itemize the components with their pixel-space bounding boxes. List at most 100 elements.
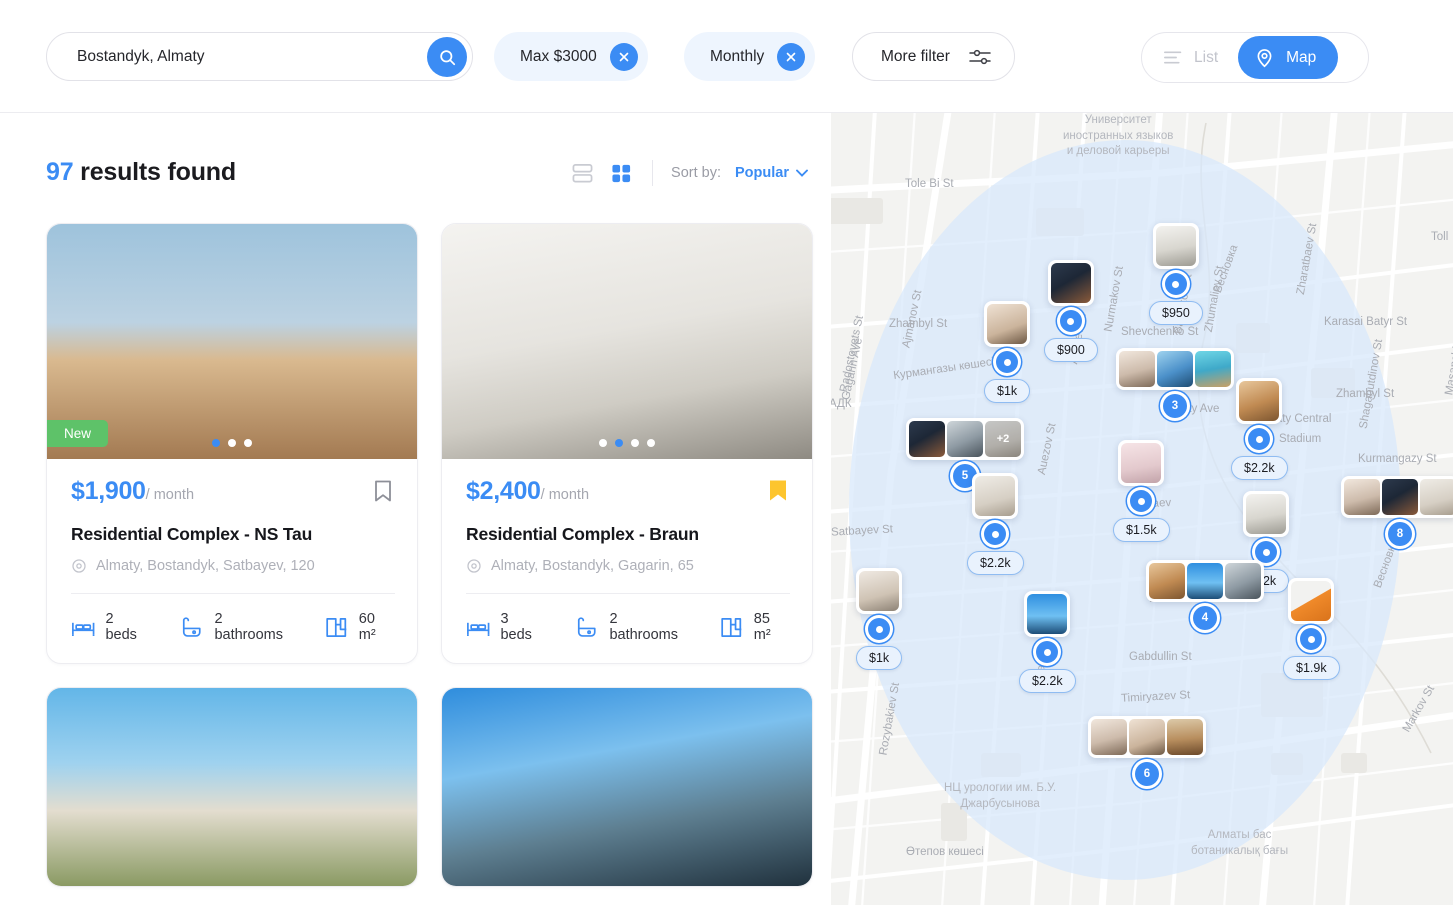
- extra-count-overlay: +2: [985, 421, 1021, 457]
- card-image[interactable]: [47, 688, 417, 886]
- bookmark-outline-icon: [375, 480, 391, 502]
- marker-price-label[interactable]: $2.2k: [1019, 669, 1076, 693]
- card-address: Almaty, Bostandyk, Gagarin, 65: [466, 558, 790, 574]
- bed-icon: [467, 622, 490, 636]
- marker-price-label[interactable]: $1.5k: [1113, 518, 1170, 542]
- map-marker[interactable]: 6: [1088, 716, 1206, 786]
- marker-cluster-badge[interactable]: 3: [1163, 394, 1187, 418]
- carousel-dot[interactable]: [212, 439, 220, 447]
- carousel-dot[interactable]: [244, 439, 252, 447]
- marker-thumbnails[interactable]: [1146, 560, 1264, 602]
- marker-pin-icon[interactable]: [984, 523, 1007, 545]
- map-marker[interactable]: 3: [1116, 348, 1234, 418]
- marker-pin-icon[interactable]: [1164, 273, 1187, 295]
- search-input[interactable]: [77, 41, 407, 72]
- marker-pin-icon[interactable]: [1130, 490, 1153, 512]
- divider: [71, 593, 395, 594]
- layout-grid-button[interactable]: [609, 161, 634, 186]
- marker-pin-icon[interactable]: [868, 618, 891, 640]
- marker-thumbnails[interactable]: [1236, 378, 1283, 424]
- map-marker[interactable]: 8: [1341, 476, 1453, 546]
- property-photo: [442, 688, 812, 886]
- map-marker[interactable]: $2.2k: [1231, 378, 1288, 480]
- view-toggle-map[interactable]: Map: [1238, 36, 1339, 79]
- filter-chip-price[interactable]: Max $3000: [494, 32, 648, 81]
- sliders-icon: [969, 49, 991, 64]
- marker-cluster-badge[interactable]: 4: [1193, 606, 1217, 630]
- marker-thumbnails[interactable]: [1116, 348, 1234, 390]
- marker-thumbnails[interactable]: [972, 473, 1019, 519]
- filter-chip-period-remove[interactable]: [777, 42, 806, 71]
- marker-thumbnails[interactable]: +2: [906, 418, 1024, 460]
- carousel-dot[interactable]: [647, 439, 655, 447]
- card-image[interactable]: New: [47, 224, 417, 459]
- map-marker[interactable]: $900: [1044, 260, 1098, 362]
- marker-pin-icon[interactable]: [1036, 641, 1059, 663]
- top-bar: Max $3000 Monthly More filter: [0, 0, 1453, 113]
- carousel-dots: [212, 439, 252, 447]
- marker-thumbnails[interactable]: [1341, 476, 1453, 518]
- marker-thumbnail: [1167, 719, 1203, 755]
- results-panel: 97 results found Sort by: Popular New $1…: [0, 113, 831, 905]
- property-card[interactable]: [46, 687, 418, 887]
- marker-price-label[interactable]: $1k: [856, 646, 903, 670]
- map-marker[interactable]: $2.2k: [967, 473, 1024, 575]
- carousel-dot[interactable]: [615, 439, 623, 447]
- divider: [466, 593, 790, 594]
- marker-thumbnail: [859, 571, 900, 611]
- marker-thumbnails[interactable]: [1243, 491, 1290, 537]
- property-card[interactable]: [441, 687, 813, 887]
- layout-list-button[interactable]: [570, 161, 595, 186]
- marker-thumbnail: [1157, 351, 1193, 387]
- marker-pin-icon[interactable]: [1300, 628, 1323, 650]
- marker-thumbnails[interactable]: [1047, 260, 1094, 306]
- filter-chip-price-remove[interactable]: [609, 42, 638, 71]
- marker-price-label[interactable]: $2.2k: [1231, 456, 1288, 480]
- marker-thumbnails[interactable]: [1288, 578, 1335, 624]
- view-toggle-list[interactable]: List: [1164, 36, 1232, 79]
- filter-chip-period[interactable]: Monthly: [684, 32, 816, 81]
- marker-price-label[interactable]: $950: [1149, 301, 1203, 325]
- feature-bathrooms: 2 bathrooms: [575, 611, 688, 643]
- marker-cluster-badge[interactable]: 6: [1135, 762, 1159, 786]
- marker-thumbnails[interactable]: [984, 301, 1031, 347]
- marker-pin-icon[interactable]: [1248, 428, 1271, 450]
- search-box[interactable]: [46, 32, 473, 81]
- marker-price-label[interactable]: $1k: [984, 379, 1031, 403]
- save-bookmark-button[interactable]: [766, 477, 790, 508]
- map-marker[interactable]: $950: [1149, 223, 1203, 325]
- marker-thumbnails[interactable]: [1088, 716, 1206, 758]
- property-card[interactable]: New $1,900/ month Residential Complex - …: [46, 223, 418, 664]
- card-image[interactable]: [442, 224, 812, 459]
- sort-dropdown[interactable]: Popular: [735, 165, 808, 181]
- marker-price-label[interactable]: $1.9k: [1283, 656, 1340, 680]
- map-panel[interactable]: Tole Bi St Ajmanov St Gagarin Ave Zhambyl S…: [831, 113, 1453, 905]
- new-badge: New: [47, 420, 109, 447]
- search-button[interactable]: [427, 37, 467, 77]
- save-bookmark-button[interactable]: [371, 477, 395, 508]
- map-marker[interactable]: $1k: [856, 568, 903, 670]
- map-marker[interactable]: 4: [1146, 560, 1264, 630]
- map-marker[interactable]: $1.5k: [1113, 440, 1170, 542]
- feature-beds: 2 beds: [71, 611, 148, 643]
- marker-cluster-badge[interactable]: 8: [1388, 522, 1412, 546]
- map-marker[interactable]: $2.2k: [1019, 591, 1076, 693]
- more-filter-button[interactable]: More filter: [852, 32, 1015, 81]
- marker-thumbnails[interactable]: [1024, 591, 1071, 637]
- map-marker[interactable]: $1.9k: [1283, 578, 1340, 680]
- carousel-dot[interactable]: [599, 439, 607, 447]
- marker-price-label[interactable]: $2.2k: [967, 551, 1024, 575]
- marker-pin-icon[interactable]: [996, 351, 1019, 373]
- marker-thumbnails[interactable]: [856, 568, 903, 614]
- map-marker[interactable]: $1k: [984, 301, 1031, 403]
- carousel-dot[interactable]: [631, 439, 639, 447]
- card-image[interactable]: [442, 688, 812, 886]
- property-card[interactable]: $2,400/ month Residential Complex - Brau…: [441, 223, 813, 664]
- card-features: 3 beds 2 bathrooms 85 m²: [466, 611, 790, 643]
- marker-price-label[interactable]: $900: [1044, 338, 1098, 362]
- carousel-dot[interactable]: [228, 439, 236, 447]
- marker-thumbnails[interactable]: [1152, 223, 1199, 269]
- marker-thumbnails[interactable]: [1118, 440, 1165, 486]
- property-photo: [442, 224, 812, 459]
- marker-pin-icon[interactable]: [1059, 310, 1082, 332]
